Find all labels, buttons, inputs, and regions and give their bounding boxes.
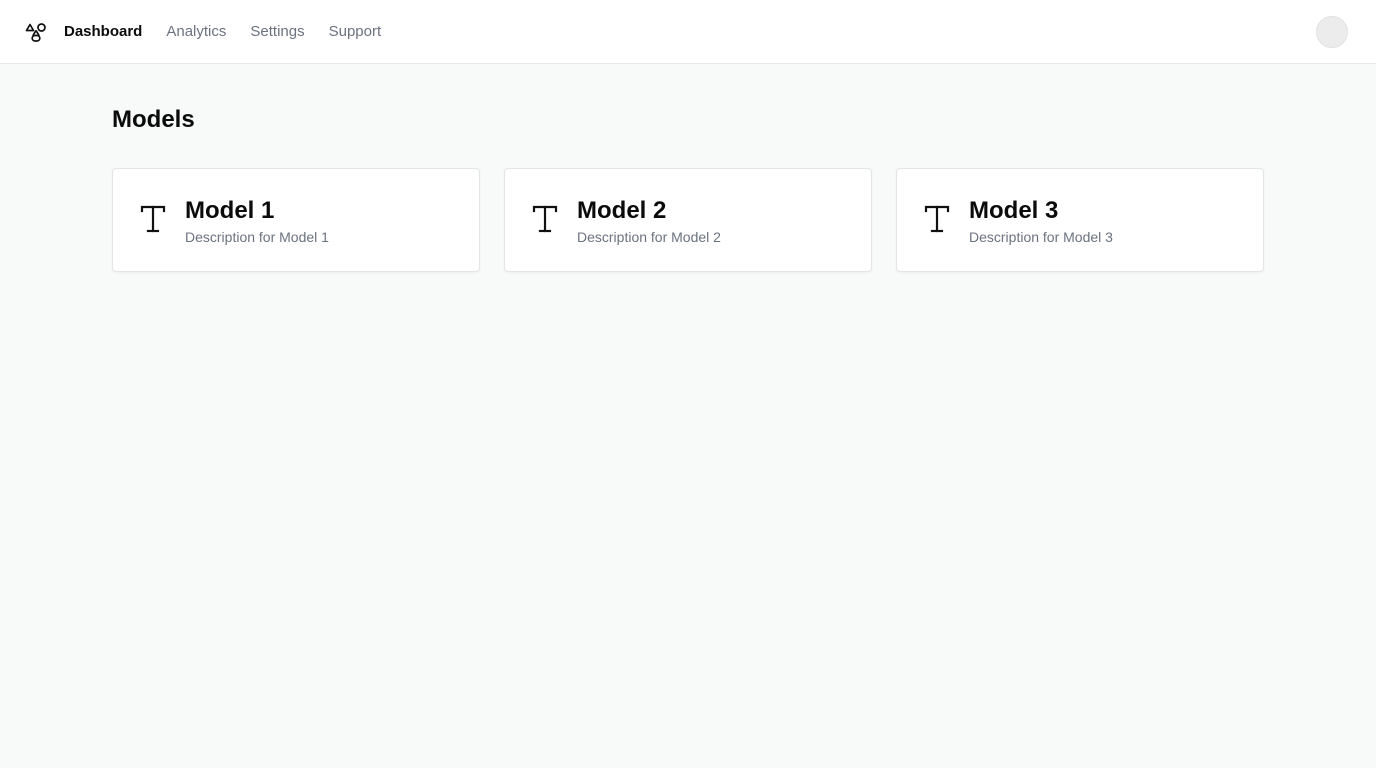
model-card-description: Description for Model 1 bbox=[185, 229, 329, 245]
model-card-grid: Model 1 Description for Model 1 Model 2 … bbox=[112, 168, 1264, 272]
model-card-2[interactable]: Model 2 Description for Model 2 bbox=[504, 168, 872, 272]
model-card-description: Description for Model 3 bbox=[969, 229, 1113, 245]
model-card-1[interactable]: Model 1 Description for Model 1 bbox=[112, 168, 480, 272]
main-nav: Dashboard Analytics Settings Support bbox=[64, 0, 381, 64]
text-type-icon bbox=[140, 205, 166, 233]
model-card-description: Description for Model 2 bbox=[577, 229, 721, 245]
nav-dashboard[interactable]: Dashboard bbox=[64, 22, 142, 42]
top-navigation-bar: Dashboard Analytics Settings Support bbox=[0, 0, 1376, 64]
nav-support[interactable]: Support bbox=[329, 22, 382, 42]
text-type-icon bbox=[532, 205, 558, 233]
model-card-title: Model 3 bbox=[969, 197, 1059, 224]
model-card-title: Model 2 bbox=[577, 197, 667, 224]
page-title: Models bbox=[112, 106, 195, 133]
model-card-title: Model 1 bbox=[185, 197, 275, 224]
logo-icon[interactable] bbox=[24, 20, 48, 44]
nav-settings[interactable]: Settings bbox=[250, 22, 304, 42]
nav-analytics[interactable]: Analytics bbox=[166, 22, 226, 42]
text-type-icon bbox=[924, 205, 950, 233]
model-card-3[interactable]: Model 3 Description for Model 3 bbox=[896, 168, 1264, 272]
avatar[interactable] bbox=[1316, 16, 1348, 48]
